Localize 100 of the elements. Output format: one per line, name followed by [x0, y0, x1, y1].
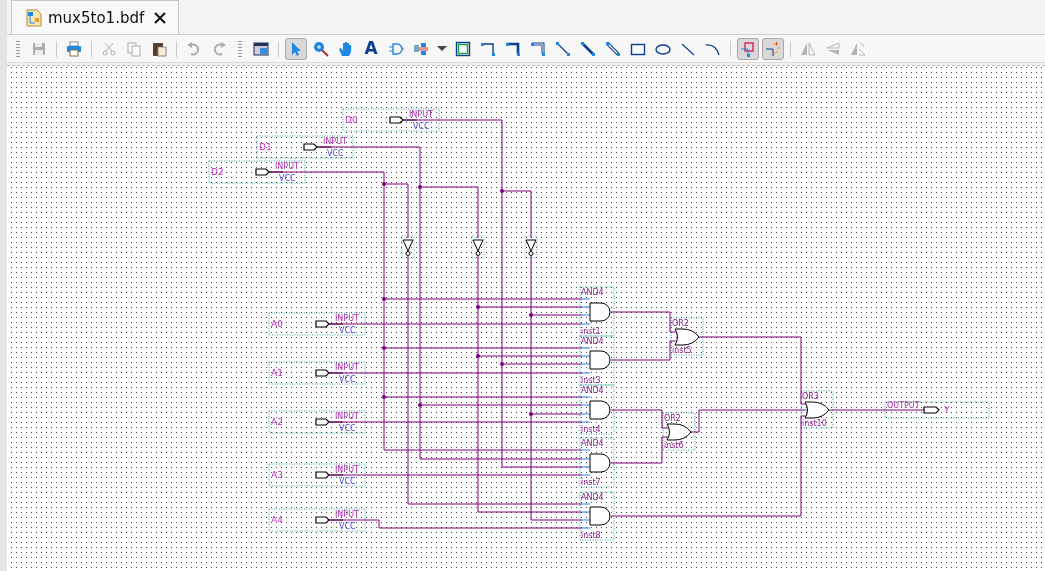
- gate-type: AND4: [581, 386, 604, 395]
- input-pin[interactable]: [315, 471, 330, 479]
- pin-default: VCC: [279, 173, 296, 183]
- instance-name: inst1: [581, 327, 601, 336]
- gate-type: OR2: [672, 319, 689, 328]
- junction-dot: [529, 412, 533, 416]
- symbol-frame: [579, 491, 615, 541]
- and-gate[interactable]: [581, 347, 611, 374]
- or-gate[interactable]: [804, 401, 830, 419]
- pin-type: INPUT: [323, 136, 347, 146]
- junction-dot: [382, 346, 386, 350]
- pointer-button[interactable]: [285, 37, 307, 60]
- text-tool-button[interactable]: A: [360, 37, 382, 60]
- and-gate[interactable]: [581, 503, 611, 529]
- input-pin[interactable]: [303, 143, 318, 151]
- symbol-frame: [670, 317, 704, 356]
- zoom-icon: [313, 40, 329, 57]
- or-gate[interactable]: [666, 423, 692, 441]
- junction-dot: [418, 403, 422, 407]
- diagonal-line-icon: [555, 40, 571, 57]
- save-icon: [31, 40, 47, 57]
- and-gate[interactable]: [581, 449, 611, 476]
- partial-line-icon: [765, 40, 781, 57]
- not-gate[interactable]: [471, 235, 485, 259]
- gate-type: AND4: [581, 439, 604, 448]
- pin-name: A4: [271, 515, 283, 525]
- hand-icon: [338, 40, 354, 57]
- input-pin[interactable]: [315, 320, 330, 328]
- symbol-frame: [662, 412, 696, 451]
- junction-dot: [418, 185, 422, 189]
- tab-title: mux5to1.bdf: [48, 8, 145, 27]
- gate-type: OR2: [664, 414, 681, 423]
- pin-name: A1: [271, 368, 283, 378]
- orthogonal-bus-icon: [505, 40, 521, 57]
- not-gate[interactable]: [401, 235, 415, 259]
- rubberband-icon: [740, 40, 756, 57]
- input-pin[interactable]: [315, 418, 330, 426]
- diagonal-bus-icon: [580, 40, 596, 57]
- pin-default: VCC: [339, 423, 356, 433]
- instance-name: inst10: [802, 419, 827, 428]
- symbol-frame: [579, 335, 615, 386]
- pin-type: INPUT: [335, 411, 359, 421]
- undo-icon: [186, 40, 202, 57]
- pin-name: A3: [271, 470, 283, 480]
- input-pin[interactable]: [315, 369, 330, 377]
- symbol-frame: [579, 437, 615, 488]
- output-pin[interactable]: [923, 406, 940, 414]
- and-gate[interactable]: [581, 396, 611, 423]
- redo-icon: [211, 40, 227, 57]
- caret-icon: [437, 46, 447, 51]
- diagonal-conduit-icon: [605, 40, 621, 57]
- instance-name: inst4: [581, 425, 601, 434]
- close-icon[interactable]: [154, 11, 167, 24]
- rubberband-button[interactable]: [737, 37, 759, 60]
- and-gate[interactable]: [581, 298, 611, 325]
- pin-name: A0: [271, 319, 283, 329]
- print-icon: [66, 40, 82, 57]
- junction-dot: [529, 313, 533, 317]
- symbol-frame: [579, 286, 615, 337]
- window-icon: [253, 40, 269, 57]
- pin-default: VCC: [339, 325, 356, 335]
- pin-default: VCC: [339, 476, 356, 486]
- frame-icon: [455, 40, 471, 57]
- file-tab[interactable]: mux5to1.bdf: [11, 0, 180, 34]
- flip-vertical-icon: [825, 40, 841, 57]
- instance-name: inst7: [581, 478, 601, 487]
- or-gate[interactable]: [674, 328, 700, 346]
- symbol-frame: [800, 390, 834, 429]
- junction-dot: [476, 305, 480, 309]
- junction-dot: [382, 395, 386, 399]
- pin-type: INPUT: [335, 464, 359, 474]
- input-pin[interactable]: [255, 168, 270, 176]
- symbol-frame: [579, 384, 615, 435]
- copy-icon: [126, 40, 142, 57]
- pin-default: VCC: [327, 148, 344, 158]
- gate-type: AND4: [581, 288, 604, 297]
- pin-type: INPUT: [275, 161, 299, 171]
- scissors-icon: [101, 40, 117, 57]
- not-gate[interactable]: [524, 235, 538, 259]
- junction-dot: [382, 297, 386, 301]
- pin-icon: [413, 40, 429, 57]
- gate-type: AND4: [581, 337, 604, 346]
- partial-line-button[interactable]: [762, 37, 784, 60]
- junction-dot: [500, 362, 504, 366]
- symbol-icon: [388, 40, 404, 57]
- gate-type: OR3: [802, 392, 819, 401]
- orthogonal-conduit-icon: [530, 40, 546, 57]
- pin-type: INPUT: [335, 509, 359, 519]
- instance-name: inst5: [672, 346, 692, 355]
- pin-name: Y: [944, 405, 950, 415]
- pin-default: VCC: [413, 121, 430, 131]
- junction-dot: [382, 182, 386, 186]
- instance-name: inst6: [664, 441, 684, 450]
- pin-name: D2: [211, 167, 224, 177]
- flip-horizontal-icon: [800, 40, 816, 57]
- pin-default: VCC: [339, 521, 356, 531]
- input-pin[interactable]: [315, 516, 330, 524]
- orthogonal-line-icon: [480, 40, 496, 57]
- pin-type: INPUT: [409, 109, 433, 119]
- input-pin[interactable]: [389, 116, 404, 124]
